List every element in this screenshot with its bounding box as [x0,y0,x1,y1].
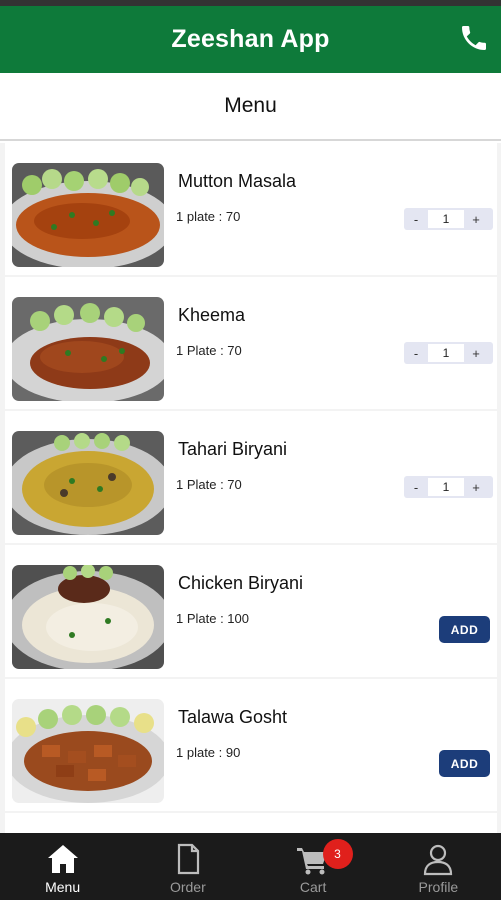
dish-image [12,163,164,267]
app-title: Zeeshan App [171,25,330,53]
quantity-stepper[interactable]: - + [404,476,493,498]
decrement-button[interactable]: - [404,346,428,361]
section-header: Menu [0,73,501,141]
dish-price: 1 Plate : 70 [176,477,242,492]
menu-item[interactable] [5,813,497,833]
dish-name: Tahari Biryani [178,439,288,459]
increment-button[interactable]: + [464,480,488,495]
add-to-cart-button[interactable]: ADD [439,750,490,777]
phone-icon [462,26,486,50]
nav-label: Menu [45,879,81,895]
quantity-stepper[interactable]: - + [404,208,493,230]
nav-item-order[interactable]: Order [125,833,250,900]
menu-item[interactable]: Talawa Gosht 1 plate : 90 ADD [5,679,497,811]
quantity-input[interactable] [428,344,464,362]
call-button[interactable] [457,21,491,55]
section-title: Menu [224,94,277,117]
nav-item-cart[interactable]: 3 Cart [251,833,376,900]
dish-name: Kheema [178,305,246,325]
app-header: Zeeshan App [0,6,501,73]
dish-price: 1 plate : 90 [176,745,241,760]
dish-name: Mutton Masala [178,171,297,191]
dish-name: Chicken Biryani [178,573,304,593]
increment-button[interactable]: + [464,212,488,227]
dish-image [12,699,164,803]
quantity-stepper[interactable]: - + [404,342,493,364]
nav-label: Profile [418,879,459,895]
menu-item[interactable]: Mutton Masala 1 plate : 70 - + [5,143,497,275]
dish-image [12,297,164,401]
increment-button[interactable]: + [464,346,488,361]
menu-list[interactable]: Mutton Masala 1 plate : 70 - + Kheema 1 … [0,143,501,833]
decrement-button[interactable]: - [404,212,428,227]
nav-item-profile[interactable]: Profile [376,833,501,900]
home-icon [47,845,78,873]
bottom-nav: Menu Order 3 Cart Profile [0,833,501,900]
menu-item[interactable]: Tahari Biryani 1 Plate : 70 - + [5,411,497,543]
dish-image [12,431,164,535]
dish-name: Talawa Gosht [178,707,288,727]
nav-item-menu[interactable]: Menu [0,833,125,900]
dish-price: 1 Plate : 70 [176,343,242,358]
user-icon [424,844,453,876]
quantity-input[interactable] [428,210,464,228]
dish-price: 1 Plate : 100 [176,611,249,626]
decrement-button[interactable]: - [404,480,428,495]
menu-item[interactable]: Chicken Biryani 1 Plate : 100 ADD [5,545,497,677]
document-icon [177,843,199,875]
add-to-cart-button[interactable]: ADD [439,616,490,643]
nav-label: Cart [299,879,327,895]
dish-image [12,565,164,669]
cart-badge: 3 [322,839,353,869]
dish-price: 1 plate : 70 [176,209,241,224]
menu-item[interactable]: Kheema 1 Plate : 70 - + [5,277,497,409]
nav-label: Order [169,879,206,895]
quantity-input[interactable] [428,478,464,496]
